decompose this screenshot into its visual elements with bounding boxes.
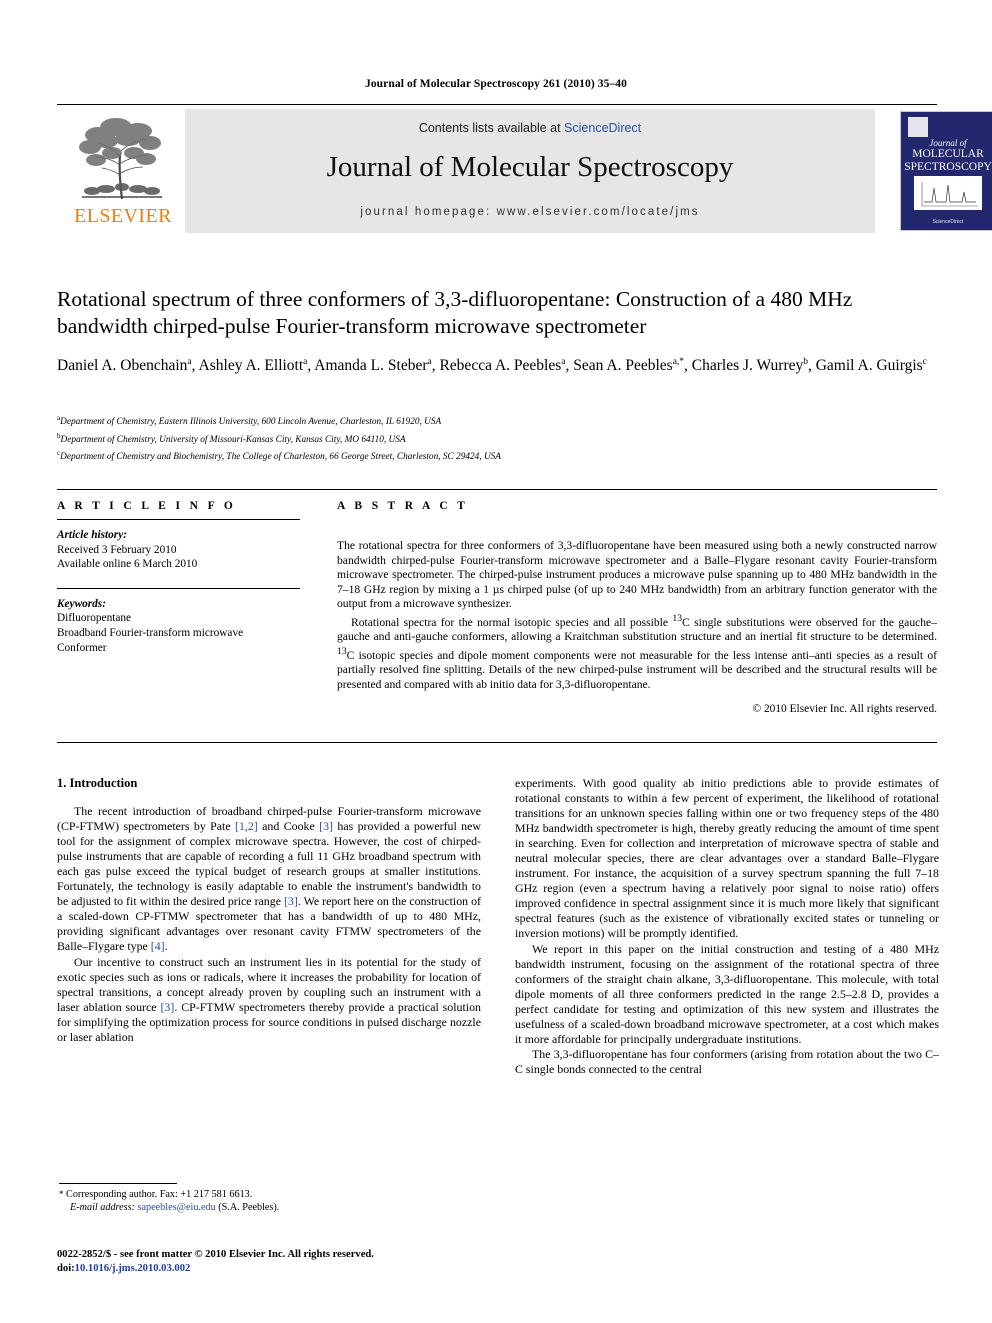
body-paragraph: experiments. With good quality ab initio…: [515, 776, 939, 941]
cover-name-line1: MOLECULAR: [912, 148, 984, 160]
journal-title: Journal of Molecular Spectroscopy: [326, 151, 734, 183]
affiliation-text: Department of Chemistry, University of M…: [60, 434, 406, 445]
journal-homepage-link[interactable]: journal homepage: www.elsevier.com/locat…: [185, 206, 875, 218]
affiliation-item: cDepartment of Chemistry and Biochemistr…: [57, 447, 941, 465]
body-column-right: experiments. With good quality ab initio…: [515, 776, 939, 1077]
footnote-line-email: E-mail address: sapeebles@eiu.edu (S.A. …: [59, 1201, 479, 1214]
article-info-rule: [57, 519, 300, 520]
cover-sciencedirect-mark: ScienceDirect: [932, 219, 964, 225]
author-list: Daniel A. Obenchaina, Ashley A. Elliotta…: [57, 357, 927, 375]
author-affiliation-mark: a: [427, 357, 432, 367]
elsevier-tree-icon: [79, 118, 162, 200]
elsevier-wordmark: ELSEVIER: [74, 205, 172, 227]
journal-cover-thumbnail[interactable]: Journal of MOLECULAR SPECTROSCOPY Scienc…: [900, 111, 992, 231]
abstract-copyright: © 2010 Elsevier Inc. All rights reserved…: [752, 702, 937, 715]
header-rule: [57, 104, 937, 105]
footnote-corresponding-text: Corresponding author. Fax: +1 217 581 66…: [66, 1189, 253, 1200]
issn-line: 0022-2852/$ - see front matter © 2010 El…: [57, 1249, 374, 1260]
citation-ref[interactable]: [3]: [160, 1000, 174, 1014]
section-heading-introduction: 1. Introduction: [57, 776, 138, 790]
footnote-email-link[interactable]: sapeebles@eiu.edu: [138, 1202, 216, 1213]
body-paragraph: Our incentive to construct such an instr…: [57, 954, 481, 1044]
author-affiliation-mark: c: [922, 357, 927, 367]
article-history-line: Available online 6 March 2010: [57, 558, 198, 571]
body-paragraph: We report in this paper on the initial c…: [515, 941, 939, 1046]
corresponding-author-footnote: * Corresponding author. Fax: +1 217 581 …: [59, 1188, 479, 1214]
citation-ref[interactable]: [1,2]: [235, 819, 258, 833]
sciencedirect-link[interactable]: ScienceDirect: [564, 121, 641, 135]
author-affiliation-mark: a: [561, 357, 566, 367]
cover-spectrum-graphic: [914, 176, 982, 210]
author-affiliation-mark: a: [303, 357, 308, 367]
doi-line: doi:10.1016/j.jms.2010.03.002: [57, 1262, 557, 1276]
affiliation-text: Department of Chemistry and Biochemistry…: [60, 452, 501, 463]
keyword-item: Conformer: [57, 641, 107, 654]
article-history-block: Article history: Received 3 February 201…: [57, 528, 300, 572]
masthead-band: Contents lists available at ScienceDirec…: [185, 109, 875, 233]
article-title: Rotational spectrum of three conformers …: [57, 287, 853, 338]
cover-elsevier-logo-icon: [908, 117, 928, 137]
paper-page: Journal of Molecular Spectroscopy 261 (2…: [0, 0, 992, 1323]
author-name: Daniel A. Obenchain: [57, 357, 188, 375]
page-footer: 0022-2852/$ - see front matter © 2010 El…: [57, 1248, 557, 1275]
footnote-rule: [59, 1183, 177, 1184]
author-name: Amanda L. Steber: [314, 357, 428, 375]
abstract-top-rule: [57, 489, 937, 490]
body-column-left: 1. Introduction The recent introduction …: [57, 776, 481, 1045]
article-info-column: A R T I C L E I N F O Article history: R…: [57, 500, 300, 655]
abstract-column: A B S T R A C T The rotational spectra f…: [337, 500, 937, 715]
abstract-paragraph: The rotational spectra for three conform…: [337, 539, 937, 611]
citation-ref[interactable]: [4]: [151, 939, 165, 953]
footnote-line-corresponding: * Corresponding author. Fax: +1 217 581 …: [59, 1188, 479, 1201]
footnote-email-owner: (S.A. Peebles).: [218, 1202, 280, 1214]
cover-name-line2: SPECTROSCOPY: [904, 160, 992, 173]
author-affiliation-mark: a: [187, 357, 192, 367]
cover-journal-of: Journal of: [929, 138, 967, 148]
affiliation-text: Department of Chemistry, Eastern Illinoi…: [60, 417, 442, 428]
author-affiliation-mark: b: [803, 357, 808, 367]
article-info-heading: A R T I C L E I N F O: [57, 500, 237, 512]
doi-link[interactable]: 10.1016/j.jms.2010.03.002: [75, 1263, 191, 1274]
abstract-bottom-rule: [57, 742, 937, 743]
abstract-body: The rotational spectra for three conform…: [337, 539, 937, 693]
abstract-heading: A B S T R A C T: [337, 500, 469, 512]
journal-masthead: ELSEVIER Contents lists available at Sci…: [57, 109, 992, 233]
cover-spectrum-icon: [921, 182, 978, 207]
citation-ref[interactable]: [3]: [319, 819, 333, 833]
affiliation-item: aDepartment of Chemistry, Eastern Illino…: [57, 412, 941, 430]
citation-ref[interactable]: [3]: [284, 894, 298, 908]
keywords-rule: [57, 587, 300, 589]
article-history-line: Received 3 February 2010: [57, 543, 177, 556]
affiliation-item: bDepartment of Chemistry, University of …: [57, 430, 941, 448]
keyword-item: Difluoropentane: [57, 612, 132, 625]
abstract-paragraph: Rotational spectra for the normal isotop…: [337, 612, 938, 692]
running-head: Journal of Molecular Spectroscopy 261 (2…: [364, 78, 628, 90]
author-name: Rebecca A. Peebles: [439, 357, 562, 375]
body-paragraph: The 3,3-difluoropentane has four conform…: [515, 1046, 939, 1076]
author-name: Charles J. Wurrey: [691, 357, 804, 375]
keywords-label: Keywords:: [57, 597, 106, 610]
article-history-label: Article history:: [57, 529, 127, 541]
body-paragraph: The recent introduction of broadband chi…: [57, 804, 481, 954]
keywords-block: Keywords: Difluoropentane Broadband Four…: [57, 597, 300, 655]
footnote-email-label: E-mail address:: [70, 1202, 135, 1214]
footnote-star-marker: *: [59, 1189, 64, 1199]
cover-journal-name: MOLECULAR SPECTROSCOPY: [901, 148, 992, 173]
author-name: Sean A. Peebles: [573, 357, 673, 375]
author-name: Ashley A. Elliott: [198, 357, 304, 375]
contents-available-line: Contents lists available at ScienceDirec…: [185, 121, 875, 135]
elsevier-logo: ELSEVIER: [62, 113, 180, 231]
doi-label: doi:: [57, 1262, 75, 1274]
author-affiliation-mark: a,*: [672, 357, 685, 367]
contents-prefix: Contents lists available at: [418, 121, 565, 135]
author-name: Gamil A. Guirgis: [815, 357, 923, 375]
affiliation-list: aDepartment of Chemistry, Eastern Illino…: [57, 412, 941, 465]
keyword-item: Broadband Fourier-transform microwave: [57, 626, 244, 639]
